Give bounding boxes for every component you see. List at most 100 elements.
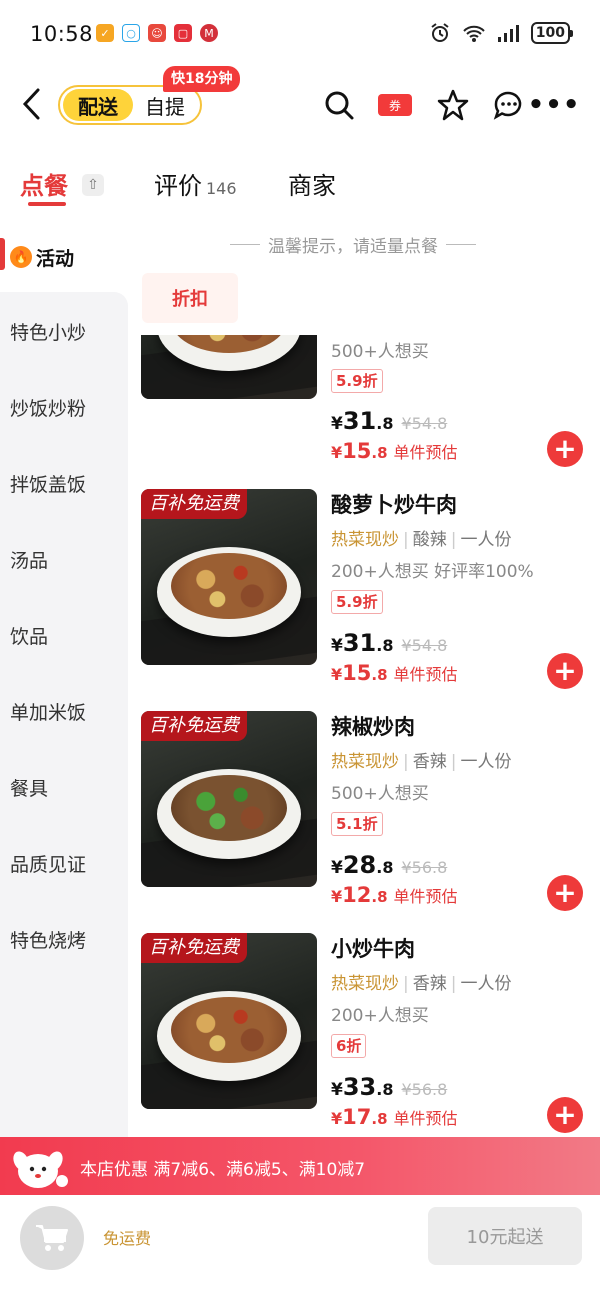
sidebar-item-bbq[interactable]: 特色烧烤 [10,926,86,953]
sidebar-item-rice-bowls[interactable]: 拌饭盖饭 [10,470,86,497]
tag-taste: 香辣 [412,752,447,772]
customer-service-button[interactable] [490,87,526,123]
price-row: ¥33.8 ¥56.8 [331,1073,447,1101]
sidebar-item-specialty-stirfry[interactable]: 特色小炒 [10,318,86,345]
status-bar: 10:58 ✓ ○ ☺ ▢ M 100 [0,0,600,68]
tab-merchant[interactable]: 商家 [288,166,336,201]
add-to-cart-button[interactable]: + [547,653,583,689]
price-decimal: .8 [376,636,394,655]
search-icon [325,91,354,120]
estimated-price-decimal: .8 [371,444,388,462]
pickup-option[interactable]: 自提 [133,91,197,120]
chevron-left-icon [22,88,40,120]
fast-delivery-tag: 快18分钟 [163,66,241,92]
tag-separator: | [450,752,457,772]
status-app-icons: ✓ ○ ☺ ▢ M [96,24,218,42]
price-decimal: .8 [376,858,394,877]
item-tags: 热菜现炒 | 香辣 | 一人份 [331,969,511,994]
dish-image-food [171,775,287,841]
divider [446,244,476,245]
tab-reviews[interactable]: 评价 146 [154,166,237,201]
delivery-option[interactable]: 配送 [63,89,133,121]
sidebar-item-activity[interactable]: 🔥 活动 [0,222,128,292]
sidebar-item-quality[interactable]: 品质见证 [10,850,86,877]
estimated-price-integer: 17 [342,1105,372,1129]
currency: ¥ [331,1109,343,1128]
tag-separator: | [450,974,457,994]
search-button[interactable] [321,87,357,123]
signal-icon [497,25,519,42]
estimated-price-row: ¥15.8 单件预估 [331,439,458,463]
add-to-cart-button[interactable]: + [547,875,583,911]
original-price: ¥54.8 [401,414,448,433]
estimated-price-decimal: .8 [371,1110,388,1128]
price-row: ¥31.8 ¥54.8 [331,407,447,435]
tag-size: 一人份 [460,974,512,994]
discount-badge: 5.9折 [331,369,383,393]
item-name[interactable]: 辣椒炒肉 [331,711,415,741]
original-price: ¥56.8 [401,1080,448,1099]
sidebar-item-extra-rice[interactable]: 单加米饭 [10,698,86,725]
currency: ¥ [331,1080,343,1100]
shopping-cart-icon [36,1225,68,1251]
add-to-cart-button[interactable]: + [547,1097,583,1133]
item-sales: 500+人想买 [331,784,429,804]
price-integer: 28 [342,851,377,879]
price-integer: 33 [342,1073,377,1101]
estimated-price-decimal: .8 [371,888,388,906]
tag-size: 一人份 [460,752,512,772]
ordering-tip: 温馨提示，请适量点餐 [230,232,476,257]
tag-separator: | [403,530,409,550]
item-sales: 200+人想买 [331,1006,429,1026]
currency: ¥ [331,858,343,878]
tag-cooking: 热菜现炒 [331,530,399,550]
store-header: 配送 自提 快18分钟 券 ••• [0,66,600,144]
sidebar-item-drinks[interactable]: 饮品 [10,622,48,649]
favorite-button[interactable] [435,87,471,123]
price-decimal: .8 [376,414,394,433]
currency: ¥ [331,636,343,656]
notification-app-icon: ✓ [96,24,114,42]
fire-icon: 🔥 [10,246,32,268]
dish-image-food [171,997,287,1063]
back-button[interactable] [18,86,48,122]
menu-item[interactable]: 百补免运费 辣椒炒肉 热菜现炒 | 香辣 | 一人份 500+人想买 5.1折 ¥28.… [128,711,600,933]
add-to-cart-button[interactable]: + [547,431,583,467]
coupon-icon: 券 [378,94,412,116]
estimated-price-integer: 15 [342,661,372,685]
coupon-button[interactable]: 券 [377,87,413,123]
sidebar-item-tableware[interactable]: 餐具 [10,774,48,801]
estimated-price-row: ¥17.8 单件预估 [331,1105,458,1129]
currency: ¥ [331,443,343,462]
menu-item[interactable]: 百补免运费 酸萝卜炒牛肉 热菜现炒 | 酸辣 | 一人份 200+人想买 好评率100%… [128,489,600,711]
menu-item[interactable]: 500+人想买 5.9折 ¥31.8 ¥54.8 ¥15.8 单件预估 + [128,335,600,467]
cart-button[interactable] [20,1206,84,1270]
currency: ¥ [331,414,343,434]
item-name[interactable]: 酸萝卜炒牛肉 [331,489,457,519]
promo-badge: 百补免运费 [141,711,247,741]
alarm-icon [431,23,449,42]
collapse-icon[interactable]: ⇧ [82,174,104,196]
item-tags: 热菜现炒 | 酸辣 | 一人份 [331,525,511,550]
more-options-button[interactable]: ••• [528,87,580,123]
price-row: ¥28.8 ¥56.8 [331,851,447,879]
tag-taste: 香辣 [412,974,447,994]
price-integer: 31 [342,407,377,435]
tab-order[interactable]: 点餐 [20,166,68,201]
sidebar-item-soups[interactable]: 汤品 [10,546,48,573]
sidebar-item-fried-rice-noodles[interactable]: 炒饭炒粉 [10,394,86,421]
min-order-button[interactable]: 10元起送 [428,1207,582,1265]
estimated-price-row: ¥15.8 单件预估 [331,661,458,685]
menu-item[interactable]: 百补免运费 小炒牛肉 热菜现炒 | 香辣 | 一人份 200+人想买 6折 ¥33.8 ¥… [128,933,600,1137]
estimated-price-integer: 12 [342,883,372,907]
item-name[interactable]: 小炒牛肉 [331,933,415,963]
estimated-label: 单件预估 [393,1109,458,1128]
estimated-price-integer: 15 [342,439,372,463]
estimated-label: 单件预估 [393,443,458,462]
review-count: 146 [206,179,237,198]
dish-image-food [171,553,287,619]
store-promotion-bar[interactable]: 本店优惠 满7减6、满6减5、满10减7 [0,1137,600,1195]
menu-items-list[interactable]: 500+人想买 5.9折 ¥31.8 ¥54.8 ¥15.8 单件预估 + 百补免运… [128,335,600,1137]
tag-separator: | [403,752,409,772]
sidebar-item-label: 活动 [36,247,75,270]
